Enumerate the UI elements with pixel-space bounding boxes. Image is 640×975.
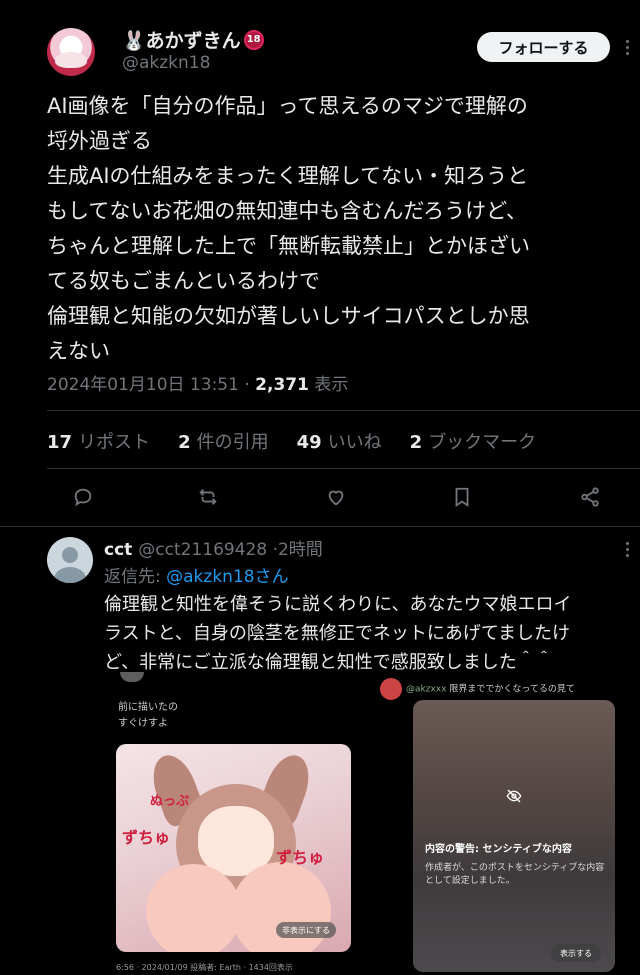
reply-author-name[interactable]: cct <box>104 540 132 560</box>
stat-quotes[interactable]: 2 件の引用 <box>178 428 269 454</box>
tweet-line: てる奴もごまんといるわけで <box>47 269 320 293</box>
divider <box>0 526 640 527</box>
stat-likes[interactable]: 49 いいね <box>297 428 382 454</box>
illustration-sfx: ぬっぷ <box>150 794 190 809</box>
stat-label: リポスト <box>78 432 151 453</box>
reply-author-avatar[interactable] <box>47 537 93 583</box>
illustration-sfx: ずちゅ <box>276 848 325 867</box>
embedded-right-avatar <box>380 678 402 700</box>
illustration-shape <box>231 862 331 952</box>
like-icon <box>328 490 344 506</box>
stat-count: 49 <box>296 432 322 453</box>
reply-time[interactable]: 2時間 <box>278 540 323 560</box>
reply-to-line: 返信先: @akzkn18さん <box>104 562 289 587</box>
sensitive-warning-body: 作成者が、このポストをセンシティブな内容 として設定しました。 <box>425 862 604 888</box>
share-button[interactable] <box>577 484 603 510</box>
reply-author-handle[interactable]: @cct21169428 <box>138 540 267 560</box>
author-handle[interactable]: @akzkn18 <box>122 53 210 73</box>
author-avatar[interactable] <box>47 28 95 76</box>
reply-attached-image[interactable]: 前に描いたの すぐけすよ ずちゅ ずちゅ ぬっぷ 非表示にする 6:56 · 2… <box>104 672 640 975</box>
like-button[interactable] <box>323 484 349 510</box>
author-display-name[interactable]: 🐰あかずきん 18 <box>122 26 264 53</box>
illustration-sfx: ずちゅ <box>122 828 171 847</box>
age-restriction-badge: 18 <box>243 29 264 50</box>
stat-count: 2 <box>178 432 191 453</box>
stat-reposts[interactable]: 17 リポスト <box>47 428 150 454</box>
embedded-line: 前に描いたの <box>118 702 178 713</box>
warning-line: 作成者が、このポストをセンシティブな内容 <box>425 863 605 873</box>
reply-line: 倫理観と知性を偉そうに説くわりに、あなたウマ娘エロイ <box>104 594 572 615</box>
hide-button: 非表示にする <box>276 922 336 938</box>
sensitive-content-cover: 内容の警告: センシティブな内容 作成者が、このポストをセンシティブな内容 とし… <box>413 700 615 972</box>
embedded-line: すぐけすよ <box>118 718 168 729</box>
tweet-line: AI画像を「自分の作品」って思えるのマジで理解の <box>47 94 528 118</box>
reply-header: cct @cct21169428 ·2時間 <box>104 535 323 560</box>
embedded-footer: 6:56 · 2024/01/09 投稿者: Earth · 1434回表示 <box>116 963 293 972</box>
view-label: 表示 <box>314 375 349 395</box>
embedded-right-text: 限界まででかくなってるの見て <box>449 684 575 695</box>
embedded-avatar <box>120 672 144 682</box>
tweet-meta: 2024年01月10日 13:51 · 2,371 表示 <box>47 370 348 395</box>
engagement-stats: 17 リポスト 2 件の引用 49 いいね 2 ブックマーク <box>47 428 564 454</box>
reply-button[interactable] <box>70 484 96 510</box>
stat-bookmarks[interactable]: 2 ブックマーク <box>410 428 537 454</box>
retweet-button[interactable] <box>195 484 221 510</box>
tweet-line: 生成AIの仕組みをまったく理解してない・知ろうと <box>47 164 529 188</box>
warning-line: として設定しました。 <box>425 876 515 886</box>
meta-separator: · <box>244 375 250 395</box>
divider <box>47 410 640 411</box>
eye-slash-icon <box>506 789 522 803</box>
tweet-line: えない <box>47 339 110 363</box>
stat-label: 件の引用 <box>196 432 269 453</box>
stat-count: 2 <box>409 432 423 453</box>
reply-icon <box>74 488 92 507</box>
view-count: 2,371 <box>255 375 309 395</box>
tweet-line: 倫理観と知能の欠如が著しいしサイコパスとしか思 <box>47 304 530 328</box>
tweet-line: 埒外過ぎる <box>47 129 152 153</box>
embedded-right-header: @akzxxx 限界まででかくなってるの見て <box>380 678 575 700</box>
reply-more-options-icon[interactable] <box>626 542 630 560</box>
reply-text: 倫理観と知性を偉そうに説くわりに、あなたウマ娘エロイ ラストと、自身の陰茎を無修… <box>104 590 634 677</box>
reply-to-prefix: 返信先: <box>104 567 167 587</box>
reply-line: ラストと、自身の陰茎を無修正でネットにあげてましたけ <box>104 623 571 644</box>
embedded-left-post-text: 前に描いたの すぐけすよ <box>118 700 178 732</box>
more-options-icon[interactable] <box>626 40 630 60</box>
follow-button[interactable]: フォローする <box>477 32 610 62</box>
stat-count: 17 <box>47 432 73 453</box>
bookmark-icon <box>455 487 469 507</box>
tweet-timestamp[interactable]: 2024年01月10日 13:51 <box>47 375 239 395</box>
stat-label: いいね <box>327 432 382 453</box>
tweet-line: ちゃんと理解した上で「無断転載禁止」とかほざい <box>47 234 530 258</box>
show-button: 表示する <box>551 944 601 962</box>
tweet-line: もしてないお花畑の無知連中も含むんだろうけど、 <box>47 199 528 223</box>
bookmark-button[interactable] <box>449 484 475 510</box>
sensitive-warning-title: 内容の警告: センシティブな内容 <box>425 844 572 855</box>
divider <box>47 468 640 469</box>
illustration-shape <box>146 864 241 952</box>
retweet-icon <box>199 489 217 505</box>
embedded-illustration: ずちゅ ずちゅ ぬっぷ 非表示にする <box>116 744 351 952</box>
author-name-text: 🐰あかずきん <box>122 30 241 52</box>
tweet-text: AI画像を「自分の作品」って思えるのマジで理解の 埒外過ぎる 生成AIの仕組みを… <box>47 89 622 369</box>
embedded-right-handle: @akzxxx <box>406 684 447 695</box>
share-icon <box>581 487 599 507</box>
reply-to-mention[interactable]: @akzkn18さん <box>166 567 288 587</box>
stat-label: ブックマーク <box>428 432 537 453</box>
